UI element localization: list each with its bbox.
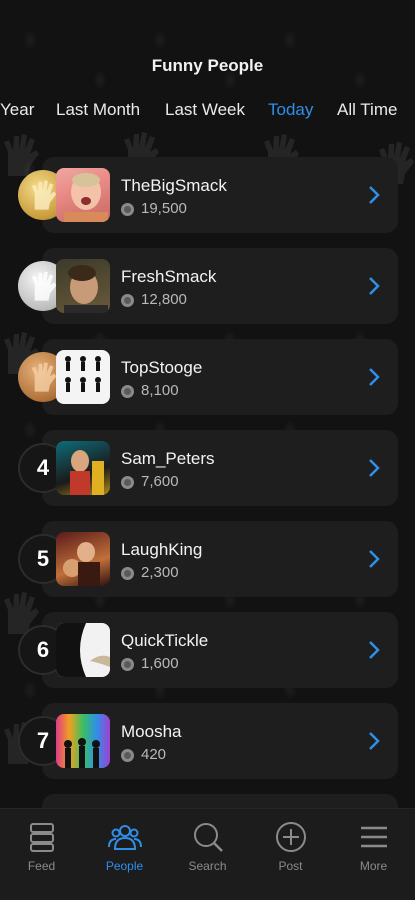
app-screen: Funny People Year Last Month Last Week T… xyxy=(0,0,415,900)
nav-post[interactable]: Post xyxy=(249,809,332,900)
nav-label: Post xyxy=(278,859,303,873)
user-score: 7,600 xyxy=(141,473,179,490)
chevron-right-icon[interactable] xyxy=(366,549,382,569)
tab-today[interactable]: Today xyxy=(268,100,313,120)
nav-label: Search xyxy=(188,859,227,873)
user-score: 1,600 xyxy=(141,655,179,672)
tab-all-time[interactable]: All Time xyxy=(337,100,397,120)
nav-feed[interactable]: Feed xyxy=(0,809,83,900)
points-icon xyxy=(121,567,134,580)
points-icon xyxy=(121,294,134,307)
page-title: Funny People xyxy=(151,56,264,75)
feed-icon xyxy=(30,823,54,852)
nav-label: More xyxy=(359,859,388,873)
nav-search[interactable]: Search xyxy=(166,809,249,900)
chevron-right-icon[interactable] xyxy=(366,731,382,751)
nav-label: Feed xyxy=(27,859,56,873)
user-score: 19,500 xyxy=(141,200,187,217)
chevron-right-icon[interactable] xyxy=(366,367,382,387)
user-name: FreshSmack xyxy=(121,267,217,286)
nav-people[interactable]: People xyxy=(83,809,166,900)
tab-last-month[interactable]: Last Month xyxy=(56,100,140,120)
user-score: 420 xyxy=(141,746,167,763)
avatar xyxy=(56,350,110,404)
chevron-right-icon[interactable] xyxy=(366,458,382,478)
points-icon xyxy=(121,203,134,216)
user-score: 2,300 xyxy=(141,564,179,581)
user-score: 12,800 xyxy=(141,291,187,308)
points-icon xyxy=(121,749,134,762)
avatar xyxy=(56,168,110,222)
user-name: Sam_Peters xyxy=(121,449,215,468)
user-name: LaughKing xyxy=(121,540,203,559)
nav-label: People xyxy=(105,859,144,873)
tab-last-week[interactable]: Last Week xyxy=(165,100,245,120)
user-name: QuickTickle xyxy=(121,631,209,650)
chevron-right-icon[interactable] xyxy=(366,640,382,660)
menu-icon xyxy=(361,826,387,848)
bottom-navigation: Feed People Search Post More xyxy=(0,808,415,900)
user-name: TheBigSmack xyxy=(121,176,227,195)
avatar xyxy=(56,259,110,313)
user-name: Moosha xyxy=(121,722,182,741)
avatar xyxy=(56,623,110,677)
chevron-right-icon[interactable] xyxy=(366,185,382,205)
search-icon xyxy=(194,823,223,852)
avatar xyxy=(56,532,110,586)
points-icon xyxy=(121,658,134,671)
points-icon xyxy=(121,476,134,489)
avatar xyxy=(56,714,110,768)
avatar xyxy=(56,441,110,495)
points-icon xyxy=(121,385,134,398)
people-icon xyxy=(108,825,142,850)
nav-more[interactable]: More xyxy=(332,809,415,900)
user-score: 8,100 xyxy=(141,382,179,399)
chevron-right-icon[interactable] xyxy=(366,276,382,296)
tab-year[interactable]: Year xyxy=(0,100,34,120)
user-name: TopStooge xyxy=(121,358,203,377)
post-icon xyxy=(276,822,306,852)
